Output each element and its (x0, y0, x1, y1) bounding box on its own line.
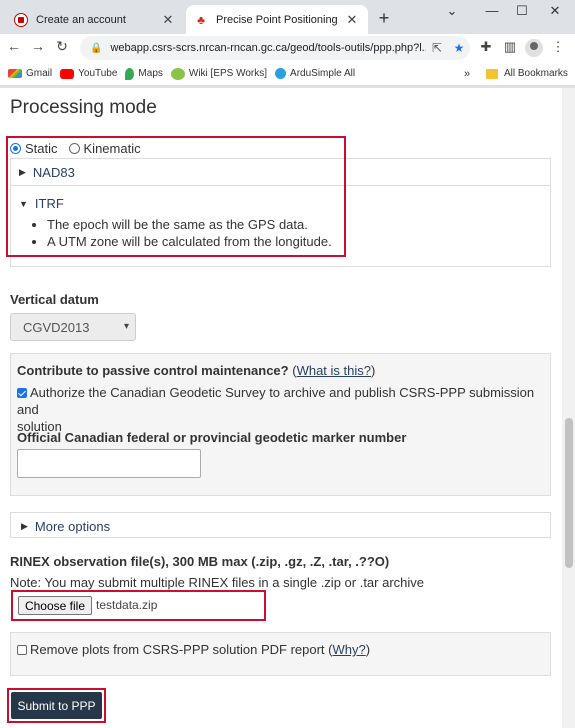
scrollbar-thumb[interactable] (565, 418, 573, 568)
authorize-checkbox[interactable] (17, 388, 27, 398)
bookmark-youtube[interactable]: YouTube (60, 68, 117, 79)
highlight-box-file (11, 590, 266, 621)
youtube-icon (60, 68, 75, 79)
url-text: webapp.csrs-scrs.nrcan-rncan.gc.ca/geod/… (110, 42, 426, 54)
extensions-puzzle-icon[interactable]: ✚ (476, 39, 496, 55)
remove-plots-checkbox[interactable] (17, 645, 27, 655)
more-options-label: More options (34, 519, 111, 534)
remove-plots-panel: Remove plots from CSRS-PPP solution PDF … (10, 632, 551, 676)
side-panel-icon[interactable]: ▥ (500, 39, 520, 55)
highlight-box-submit (7, 688, 106, 723)
remove-plots-row: Remove plots from CSRS-PPP solution PDF … (17, 642, 370, 657)
rinex-label: RINEX observation file(s), 300 MB max (.… (10, 554, 390, 569)
maximize-button[interactable]: ☐ (507, 3, 537, 19)
bookmark-gmail[interactable]: Gmail (8, 68, 52, 79)
close-tab-icon[interactable]: ✕ (158, 12, 178, 28)
site-favicon-icon (14, 12, 28, 27)
tab-strip: Create an account ✕ ♣ Precise Point Posi… (0, 0, 575, 34)
site-info-icon[interactable]: 🔒 (90, 43, 102, 54)
caret-right-icon: ▶ (21, 521, 28, 531)
contribute-heading-text: Contribute to passive control maintenanc… (17, 363, 289, 378)
gmail-icon (8, 69, 22, 78)
folder-icon (486, 68, 498, 79)
forward-icon[interactable]: → (28, 38, 48, 54)
bookmark-label: ArduSimple All (290, 68, 356, 79)
remove-plots-paren: ) (365, 642, 371, 657)
rinex-note: Note: You may submit multiple RINEX file… (10, 575, 425, 590)
page-scrollbar[interactable] (562, 88, 575, 728)
select-value: CGVD2013 (23, 319, 90, 335)
chevron-down-icon: ▾ (123, 321, 129, 332)
bookmark-label: YouTube (78, 68, 118, 79)
bookmark-maps[interactable]: Maps (125, 67, 163, 80)
more-bookmarks-icon[interactable]: » (464, 68, 470, 80)
marker-number-label: Official Canadian federal or provincial … (17, 430, 407, 445)
marker-number-input[interactable] (17, 449, 201, 478)
close-tab-icon[interactable]: ✕ (342, 12, 362, 28)
close-window-button[interactable]: ✕ (540, 3, 570, 19)
reload-icon[interactable]: ↻ (52, 38, 72, 55)
address-bar[interactable]: 🔒 webapp.csrs-scrs.nrcan-rncan.gc.ca/geo… (80, 36, 470, 60)
authorize-text: Authorize the Canadian Geodetic Survey t… (17, 385, 535, 417)
back-icon[interactable]: ← (4, 38, 24, 54)
profile-avatar[interactable] (525, 39, 543, 57)
authorize-row: Authorize the Canadian Geodetic Survey t… (17, 384, 547, 435)
contribute-heading: Contribute to passive control maintenanc… (17, 363, 376, 378)
all-bookmarks[interactable]: All Bookmarks (486, 68, 568, 79)
highlight-box-mode (6, 136, 346, 257)
more-options-details[interactable]: ▶ More options (10, 512, 551, 538)
tab-create-account[interactable]: Create an account ✕ (6, 5, 184, 34)
bookmarks-bar: Gmail YouTube Maps Wiki [EPS Works] Ardu… (0, 62, 575, 86)
bookmark-wiki[interactable]: Wiki [EPS Works] (170, 67, 268, 80)
share-icon[interactable]: ⇱ (426, 41, 448, 55)
page-title: Processing mode (10, 97, 157, 118)
bookmark-star-icon[interactable]: ★ (448, 41, 470, 55)
bookmark-label: Maps (138, 68, 163, 79)
tab-precise-point-positioning[interactable]: ♣ Precise Point Positioning ✕ (186, 5, 368, 34)
remove-plots-text: Remove plots from CSRS-PPP solution PDF … (30, 642, 333, 657)
bookmark-label: All Bookmarks (504, 68, 568, 79)
minimize-button[interactable]: — (477, 3, 507, 18)
bookmark-label: Gmail (26, 68, 53, 79)
wiki-icon (170, 67, 185, 80)
vertical-datum-select[interactable]: CGVD2013 ▾ (10, 313, 136, 341)
bookmark-ardusimple[interactable]: ArduSimple All (275, 68, 355, 79)
why-link[interactable]: Why? (332, 642, 365, 657)
browser-chrome: Create an account ✕ ♣ Precise Point Posi… (0, 0, 575, 88)
browser-toolbar: ← → ↻ 🔒 webapp.csrs-scrs.nrcan-rncan.gc.… (0, 34, 575, 62)
menu-kebab-icon[interactable]: ⋮ (548, 39, 568, 55)
maps-pin-icon (125, 67, 135, 80)
tab-title: Create an account (36, 13, 126, 26)
what-is-this-link[interactable]: What is this? (297, 363, 371, 378)
bookmark-label: Wiki [EPS Works] (188, 68, 268, 79)
vertical-datum-label: Vertical datum (10, 292, 99, 307)
maple-leaf-icon: ♣ (197, 12, 205, 27)
tab-title: Precise Point Positioning (216, 13, 338, 26)
page-content: Processing mode ▶ NAD83 ▼ ITRF The epoch… (0, 88, 562, 728)
new-tab-button[interactable]: + (374, 8, 394, 29)
ardusimple-icon (275, 68, 287, 79)
tab-search-chevron-icon[interactable]: ⌄ (437, 3, 467, 19)
